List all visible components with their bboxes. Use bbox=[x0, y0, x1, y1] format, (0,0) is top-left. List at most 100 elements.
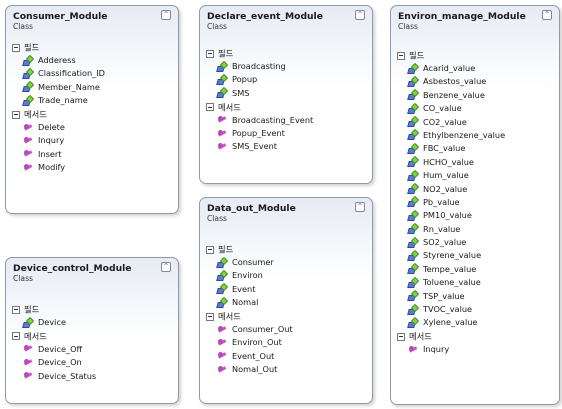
collapse-icon[interactable]: ^ bbox=[542, 10, 552, 20]
method-item[interactable]: Device_Status bbox=[6, 365, 178, 381]
field-item[interactable]: NO2_value bbox=[391, 178, 559, 194]
fields-label: 필드 bbox=[24, 42, 40, 53]
collapse-section-icon[interactable] bbox=[12, 110, 20, 119]
field-item[interactable]: SO2_value bbox=[391, 232, 559, 247]
class-header: Declare_event_Module Class ^ bbox=[200, 6, 372, 36]
field-item[interactable]: SMS bbox=[200, 82, 372, 98]
method-item[interactable]: Event_Out bbox=[200, 345, 372, 361]
collapse-icon[interactable]: ^ bbox=[161, 10, 171, 20]
field-item[interactable]: Tempe_value bbox=[391, 258, 559, 274]
methods-section-header[interactable]: 메서드 bbox=[200, 97, 372, 113]
collapse-section-icon[interactable] bbox=[206, 103, 214, 112]
field-item[interactable]: TSP_value bbox=[391, 285, 559, 301]
field-icon bbox=[216, 62, 229, 71]
methods-section-header[interactable]: 메서드 bbox=[391, 326, 559, 342]
field-icon bbox=[407, 157, 420, 166]
fields-section-header[interactable]: 필드 bbox=[6, 37, 178, 53]
method-icon bbox=[22, 163, 35, 172]
field-item[interactable]: Styrene_value bbox=[391, 245, 559, 260]
field-icon bbox=[407, 184, 420, 193]
collapse-section-icon[interactable] bbox=[12, 332, 20, 341]
method-icon bbox=[22, 136, 35, 145]
class-header: Consumer_Module Class ^ bbox=[6, 6, 178, 36]
method-icon bbox=[216, 142, 229, 151]
device-control-module-class[interactable]: Device_control_Module Class ^ 필드 Device … bbox=[5, 257, 179, 404]
field-item[interactable]: Toluene_value bbox=[391, 272, 559, 287]
field-icon bbox=[22, 69, 35, 78]
method-item[interactable]: Modify bbox=[6, 157, 178, 172]
declare-event-module-class[interactable]: Declare_event_Module Class ^ 필드 Broadcas… bbox=[199, 5, 373, 184]
method-icon bbox=[22, 344, 35, 353]
field-icon bbox=[216, 271, 229, 280]
fields-label: 필드 bbox=[218, 244, 234, 255]
fields-section-header[interactable]: 필드 bbox=[200, 43, 372, 59]
collapse-icon[interactable]: ^ bbox=[355, 202, 365, 212]
method-icon bbox=[216, 351, 229, 360]
method-item[interactable]: Device_On bbox=[6, 352, 178, 367]
field-icon bbox=[407, 278, 420, 287]
field-icon bbox=[407, 291, 420, 300]
methods-section-header[interactable]: 메서드 bbox=[6, 104, 178, 120]
collapse-icon[interactable]: ^ bbox=[161, 262, 171, 272]
field-item[interactable]: Xylene_value bbox=[391, 312, 559, 327]
field-icon bbox=[407, 171, 420, 180]
class-stereotype: Class bbox=[398, 22, 418, 31]
collapse-icon[interactable]: ^ bbox=[355, 10, 365, 20]
field-item[interactable]: Event bbox=[200, 278, 372, 294]
collapse-section-icon[interactable] bbox=[12, 43, 20, 52]
collapse-section-icon[interactable] bbox=[12, 305, 20, 314]
class-stereotype: Class bbox=[207, 22, 227, 31]
method-item[interactable]: Nomal_Out bbox=[200, 359, 372, 374]
method-icon bbox=[22, 371, 35, 380]
method-name: Device_Status bbox=[38, 370, 97, 381]
field-item[interactable]: Classification_ID bbox=[6, 63, 178, 78]
field-item[interactable]: Popup bbox=[200, 69, 372, 84]
method-item[interactable]: Insert bbox=[6, 143, 178, 159]
field-item[interactable]: TVOC_value bbox=[391, 299, 559, 314]
field-item[interactable]: CO2_value bbox=[391, 111, 559, 127]
field-icon bbox=[407, 117, 420, 126]
field-item[interactable]: Nomal bbox=[200, 292, 372, 307]
method-icon bbox=[407, 345, 420, 354]
collapse-section-icon[interactable] bbox=[397, 332, 405, 341]
method-item[interactable]: Inqury bbox=[6, 130, 178, 145]
methods-label: 메서드 bbox=[409, 331, 432, 342]
methods-section-header[interactable]: 메서드 bbox=[6, 326, 178, 341]
consumer-module-class[interactable]: Consumer_Module Class ^ 필드 Adderess Clas… bbox=[5, 5, 179, 214]
fields-section-header[interactable]: 필드 bbox=[200, 239, 372, 255]
field-icon bbox=[407, 238, 420, 247]
field-icon bbox=[407, 224, 420, 233]
field-icon bbox=[407, 197, 420, 206]
data-out-module-class[interactable]: Data_out_Module Class ^ 필드 Consumer Envi… bbox=[199, 197, 373, 404]
field-item[interactable]: Pb_value bbox=[391, 191, 559, 207]
field-icon bbox=[407, 64, 420, 73]
environ-manage-module-class[interactable]: Environ_manage_Module Class ^ 필드 Acarid_… bbox=[390, 5, 560, 405]
collapse-section-icon[interactable] bbox=[206, 49, 214, 58]
fields-section-header[interactable]: 필드 bbox=[391, 45, 559, 61]
fields-label: 필드 bbox=[24, 304, 40, 315]
methods-label: 메서드 bbox=[218, 102, 241, 113]
class-header: Device_control_Module Class ^ bbox=[6, 258, 178, 288]
method-item[interactable]: SMS_Event bbox=[200, 136, 372, 152]
collapse-section-icon[interactable] bbox=[397, 51, 405, 60]
field-item[interactable]: Rn_value bbox=[391, 218, 559, 234]
collapse-section-icon[interactable] bbox=[206, 245, 214, 254]
method-name: SMS_Event bbox=[232, 141, 278, 152]
field-item[interactable]: Member_Name bbox=[6, 76, 178, 92]
field-item[interactable]: Hum_value bbox=[391, 165, 559, 180]
method-icon bbox=[216, 129, 229, 138]
fields-section-header[interactable]: 필드 bbox=[6, 299, 178, 315]
field-item[interactable]: Environ bbox=[200, 265, 372, 280]
field-item[interactable]: HCHO_value bbox=[391, 151, 559, 167]
method-icon bbox=[22, 358, 35, 367]
collapse-section-icon[interactable] bbox=[206, 312, 214, 321]
method-icon bbox=[216, 325, 229, 334]
field-icon bbox=[407, 144, 420, 153]
field-item[interactable]: Asbestos_value bbox=[391, 71, 559, 86]
methods-section-header[interactable]: 메서드 bbox=[200, 306, 372, 322]
field-item[interactable]: Ethylbenzene_value bbox=[391, 124, 559, 140]
field-item[interactable]: PM10_value bbox=[391, 205, 559, 220]
fields-label: 필드 bbox=[409, 50, 425, 61]
class-title: Environ_manage_Module bbox=[398, 11, 526, 22]
field-item[interactable]: Benzene_value bbox=[391, 84, 559, 100]
